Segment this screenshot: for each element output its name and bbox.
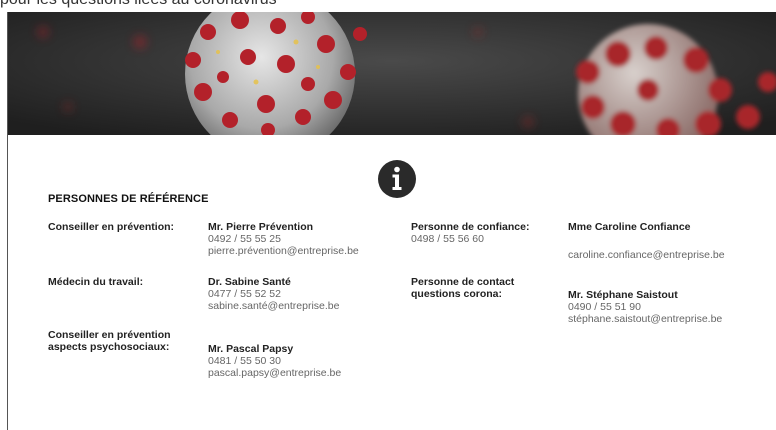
- contact-name: Mr. Stéphane Saistout: [568, 289, 678, 301]
- contact-email: pascal.papsy@entreprise.be: [208, 367, 342, 379]
- contact-phone: 0477 / 55 52 52: [208, 288, 281, 300]
- contact-name: Dr. Sabine Santé: [208, 276, 291, 288]
- role-label: Médecin du travail:: [48, 276, 144, 288]
- role-label: Conseiller en prévention:: [48, 221, 175, 233]
- contact-email: caroline.confiance@entreprise.be: [568, 249, 725, 261]
- contact-name: Mr. Pierre Prévention: [208, 221, 314, 233]
- role-label: Conseiller en prévention aspects psychos…: [48, 329, 171, 353]
- top-text: pour les questions liées au coronavirus: [0, 0, 277, 9]
- contact-email: sabine.santé@entreprise.be: [208, 300, 340, 312]
- coronavirus-banner: [8, 12, 776, 135]
- role-label: Personne de confiance: 0498 / 55 56 60: [411, 221, 530, 245]
- section-heading: PERSONNES DE RÉFÉRENCE: [48, 193, 209, 205]
- contact-name: Mme Caroline Confiance: [568, 221, 691, 233]
- contact-block: Mr. Pascal Papsy 0481 / 55 50 30 pascal.…: [208, 343, 341, 379]
- contact-email: stéphane.saistout@entreprise.be: [568, 313, 723, 325]
- contact-block: Mr. Pierre Prévention 0492 / 55 55 25 pi…: [208, 221, 359, 257]
- contact-block: Mme Caroline Confiance caroline.confianc…: [568, 221, 725, 261]
- coronavirus-illustration: [8, 12, 776, 135]
- contact-phone: 0481 / 55 50 30: [208, 355, 281, 367]
- contact-name: Mr. Pascal Papsy: [208, 343, 294, 355]
- contact-phone: 0490 / 55 51 90: [568, 301, 641, 313]
- contact-phone: 0498 / 55 56 60: [411, 233, 484, 245]
- role-label: Personne de contact questions corona:: [411, 276, 515, 300]
- contact-phone: 0492 / 55 55 25: [208, 233, 281, 245]
- contact-email: pierre.prévention@entreprise.be: [208, 245, 359, 257]
- contact-block: Dr. Sabine Santé 0477 / 55 52 52 sabine.…: [208, 276, 340, 312]
- top-cropped-text: pour les questions liées au coronavirus: [0, 0, 776, 12]
- info-icon: [377, 159, 417, 199]
- contact-block: Mr. Stéphane Saistout 0490 / 55 51 90 st…: [568, 289, 722, 325]
- virus-left: [185, 12, 367, 135]
